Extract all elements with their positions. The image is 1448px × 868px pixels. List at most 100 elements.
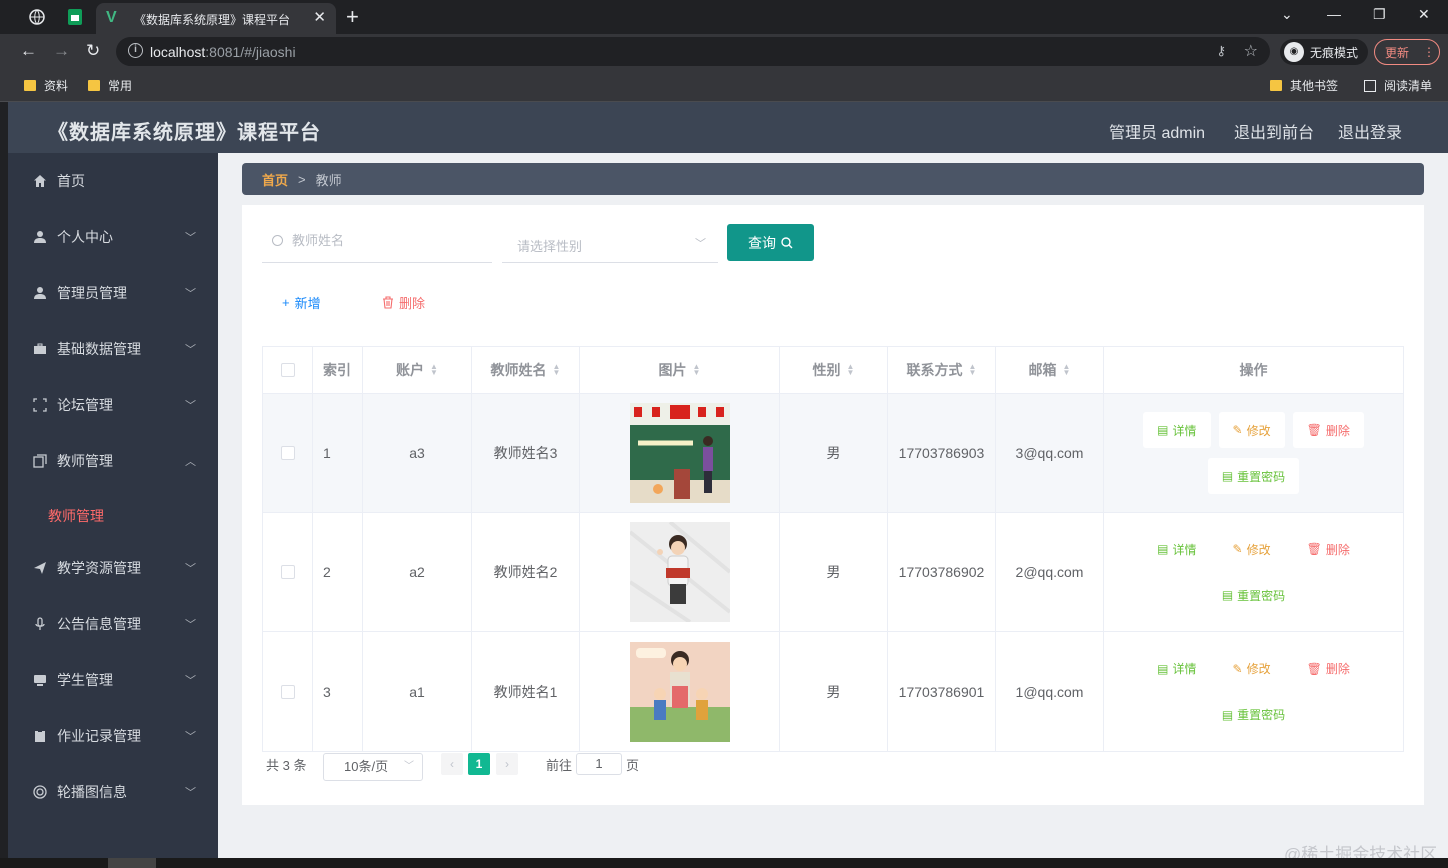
edit-button[interactable]: ✎ 修改 [1219, 651, 1285, 687]
close-tab-icon[interactable]: ✕ [313, 8, 326, 26]
restore-icon[interactable]: ❐ [1373, 6, 1386, 23]
back-icon[interactable]: ← [20, 41, 37, 61]
sort-icon[interactable]: ▲ ▼ [693, 363, 701, 377]
reload-icon[interactable]: ↻ [86, 41, 100, 61]
header-phone[interactable]: 联系方式 ▲ ▼ [888, 347, 996, 393]
cell-gender: 男 [780, 632, 888, 751]
teacher-name-input[interactable] [292, 233, 482, 248]
admin-user-label: 管理员 admin [1109, 125, 1206, 142]
chevron-down-icon: ﹀ [185, 675, 196, 687]
header-image[interactable]: 图片 ▲ ▼ [580, 347, 780, 393]
batch-delete-button[interactable]: 删除 [382, 293, 425, 312]
new-tab-icon[interactable]: + [346, 4, 359, 30]
edit-button[interactable]: ✎ 修改 [1218, 412, 1285, 448]
sidebar-item-teachers[interactable]: 教师管理 ︿ [8, 433, 218, 489]
sheets-icon[interactable] [66, 8, 84, 26]
sidebar-item-notices[interactable]: 公告信息管理 ﹀ [8, 596, 218, 652]
header-gender[interactable]: 性别 ▲ ▼ [780, 347, 888, 393]
reset-password-button[interactable]: ▤ 重置密码 [1207, 458, 1300, 494]
sort-icon[interactable]: ▲ ▼ [1063, 363, 1071, 377]
page-size-select[interactable]: 10条/页 ﹀ [323, 753, 423, 781]
delete-button[interactable]: 🗑 删除 [1293, 651, 1364, 687]
page-number-active[interactable]: 1 [468, 753, 490, 775]
next-page-button[interactable]: › [496, 753, 518, 775]
sort-icon[interactable]: ▲ ▼ [430, 363, 438, 377]
teacher-photo[interactable] [629, 522, 730, 622]
address-bar[interactable]: i localhost:8081/#/jiaoshi ⚷ ☆ [116, 37, 1270, 66]
user-icon [32, 229, 48, 245]
admin-icon [32, 285, 48, 301]
sort-icon[interactable]: ▲ ▼ [969, 363, 977, 377]
minimize-icon[interactable]: — [1327, 6, 1341, 22]
sidebar-item-basic-data[interactable]: 基础数据管理 ﹀ [8, 321, 218, 377]
document-icon: ▤ [1221, 588, 1234, 602]
teacher-photo[interactable] [629, 403, 730, 503]
sort-icon[interactable]: ▲ ▼ [553, 363, 561, 377]
sidebar-item-forum[interactable]: 论坛管理 ﹀ [8, 377, 218, 433]
other-bookmarks[interactable]: 其他书签 [1270, 77, 1338, 94]
breadcrumb-home[interactable]: 首页 [262, 170, 288, 189]
sort-icon[interactable]: ▲ ▼ [847, 363, 855, 377]
gender-select[interactable]: 请选择性别 ﹀ [502, 225, 718, 263]
header-name[interactable]: 教师姓名 ▲ ▼ [472, 347, 580, 393]
edit-button[interactable]: ✎ 修改 [1219, 531, 1285, 567]
content-card: 请选择性别 ﹀ 查询 + 新增 删除 索引 账户▲▼ 教师姓名▲▼ 图片▲▼ 性… [242, 205, 1424, 805]
reset-password-button[interactable]: ▤ 重置密码 [1208, 697, 1299, 733]
reading-list[interactable]: 阅读清单 [1364, 77, 1432, 94]
detail-button[interactable]: ▤ 详情 [1143, 412, 1211, 448]
sidebar-item-profile[interactable]: 个人中心 ﹀ [8, 209, 218, 265]
sidebar-item-students[interactable]: 学生管理 ﹀ [8, 652, 218, 708]
chevron-down-icon: ﹀ [185, 344, 196, 356]
row-checkbox[interactable] [280, 565, 295, 579]
detail-button[interactable]: ▤ 详情 [1143, 531, 1210, 567]
cell-account: a3 [363, 394, 472, 512]
chevron-down-icon: ﹀ [185, 232, 196, 244]
site-info-icon[interactable]: i [128, 43, 143, 58]
cell-index: 1 [313, 394, 363, 512]
goto-page-input[interactable]: 1 [576, 753, 622, 775]
bookmark-folder[interactable]: 常用 [88, 77, 132, 94]
tab-search-icon[interactable]: ⌄ [1281, 6, 1293, 23]
reset-password-button[interactable]: ▤ 重置密码 [1208, 577, 1299, 613]
key-icon[interactable]: ⚷ [1216, 43, 1226, 59]
header-email[interactable]: 邮箱 ▲ ▼ [996, 347, 1104, 393]
prev-page-button[interactable]: ‹ [441, 753, 463, 775]
sidebar-item-home[interactable]: 首页 [8, 153, 218, 209]
header-account[interactable]: 账户 ▲ ▼ [363, 347, 472, 393]
teacher-name-search [262, 225, 492, 263]
delete-button[interactable]: 🗑 删除 [1293, 531, 1364, 567]
sidebar-item-carousel[interactable]: 轮播图信息 ﹀ [8, 764, 218, 820]
goto-label: 前往 [546, 758, 573, 773]
monitor-icon [32, 672, 48, 688]
sidebar-subitem-teacher-manage[interactable]: 教师管理 [48, 506, 104, 526]
table-header-row: 索引 账户 ▲ ▼ 教师姓名 ▲ ▼ 图片 ▲ ▼ 性别 ▲ ▼ 联系方式 ▲ ▼ 邮箱 ▲ ▼ 操作 [263, 347, 1403, 394]
delete-button[interactable]: 🗑 删除 [1292, 412, 1364, 448]
copy-icon [32, 453, 48, 469]
active-tab[interactable]: V 《数据库系统原理》课程平台 ✕ [96, 3, 336, 34]
trash-icon: 🗑 [1306, 661, 1322, 676]
pencil-icon: ✎ [1232, 423, 1243, 437]
query-button[interactable]: 查询 [727, 224, 814, 261]
globe-icon[interactable] [28, 8, 46, 26]
forward-icon[interactable]: → [53, 41, 70, 61]
exit-to-front-link[interactable]: 退出到前台 [1234, 119, 1314, 143]
sidebar-item-admins[interactable]: 管理员管理 ﹀ [8, 265, 218, 321]
update-button[interactable]: 更新 ⋮ [1374, 39, 1440, 65]
incognito-indicator[interactable]: ◉ 无痕模式 [1280, 39, 1369, 65]
bookmark-folder[interactable]: 资料 [24, 77, 68, 94]
select-all-checkbox[interactable] [280, 363, 295, 377]
teacher-photo[interactable] [629, 641, 730, 742]
cell-name: 教师姓名1 [472, 632, 580, 751]
row-checkbox[interactable] [280, 446, 295, 460]
row-checkbox[interactable] [280, 684, 295, 699]
detail-button[interactable]: ▤ 详情 [1143, 651, 1210, 687]
chevron-down-icon: ﹀ [185, 787, 196, 799]
window-close-icon[interactable]: ✕ [1418, 6, 1430, 23]
chevron-down-icon: ﹀ [185, 619, 196, 631]
sidebar-item-resources[interactable]: 教学资源管理 ﹀ [8, 540, 218, 596]
search-icon [272, 235, 283, 246]
sidebar-item-homework[interactable]: 作业记录管理 ﹀ [8, 708, 218, 764]
add-button[interactable]: + 新增 [282, 293, 321, 312]
logout-link[interactable]: 退出登录 [1338, 119, 1402, 143]
bookmark-star-icon[interactable]: ☆ [1244, 41, 1258, 61]
